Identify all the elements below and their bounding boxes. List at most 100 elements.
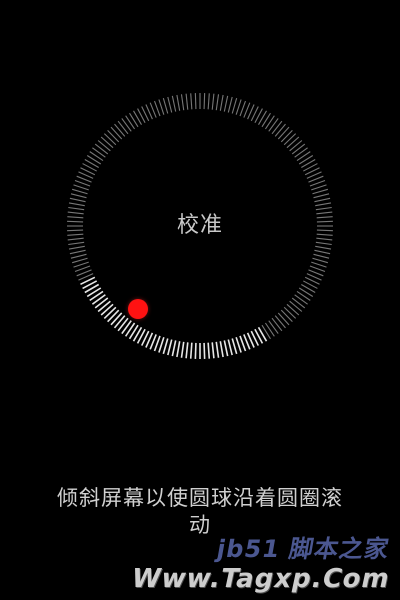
tick-mark	[70, 253, 87, 259]
tick-mark	[312, 257, 329, 264]
tick-mark	[268, 118, 279, 132]
tick-mark	[286, 136, 300, 149]
tick-mark	[315, 202, 332, 207]
tick-mark-completed	[203, 342, 206, 359]
tick-mark-completed	[167, 339, 173, 356]
tick-mark-completed	[107, 309, 120, 323]
tick-mark-completed	[103, 306, 117, 319]
tick-mark	[74, 265, 91, 273]
tick-mark	[280, 129, 293, 143]
tick-mark	[219, 94, 224, 111]
tick-mark	[158, 99, 165, 115]
tick-mark	[162, 97, 169, 114]
tick-mark	[271, 317, 283, 332]
tick-mark	[171, 95, 177, 112]
tick-mark-completed	[162, 338, 169, 355]
tick-mark	[280, 309, 293, 323]
tick-mark-completed	[158, 337, 165, 353]
tick-mark	[180, 94, 185, 111]
tick-mark-completed	[117, 317, 129, 332]
tick-mark-completed	[231, 338, 238, 355]
tick-mark	[289, 140, 303, 152]
tick-mark	[283, 133, 297, 146]
tick-mark	[153, 100, 161, 117]
tick-mark	[274, 315, 286, 329]
tick-mark-completed	[176, 341, 181, 358]
tick-mark-completed	[171, 340, 177, 357]
tick-mark	[121, 118, 132, 132]
tick-mark	[289, 300, 303, 312]
tick-mark	[211, 93, 215, 110]
tick-mark	[315, 241, 332, 246]
tick-mark	[129, 112, 139, 128]
tick-mark	[114, 123, 126, 137]
tick-mark	[314, 197, 331, 203]
tick-mark-completed	[189, 342, 193, 359]
tick-mark	[68, 245, 85, 250]
tick-mark	[239, 100, 247, 117]
tick-mark	[294, 294, 308, 305]
tick-mark	[86, 155, 102, 165]
tick-mark	[94, 143, 109, 155]
tick-mark	[235, 99, 242, 115]
tick-mark	[315, 245, 332, 250]
tick-mark	[190, 93, 193, 110]
tick-mark-completed	[97, 300, 111, 313]
tick-mark-completed	[180, 341, 185, 358]
tick-mark	[107, 129, 120, 143]
tick-mark	[68, 202, 85, 207]
tick-mark-completed	[113, 315, 126, 329]
tick-mark	[223, 95, 229, 112]
tick-mark	[68, 241, 85, 246]
watermark-url: Www.Tagxp.Com	[129, 564, 394, 594]
tick-mark	[227, 96, 233, 113]
tick-mark	[298, 287, 314, 297]
tick-mark	[73, 184, 89, 191]
tick-mark	[291, 297, 306, 309]
calibration-title: 校准	[176, 213, 223, 238]
tick-mark	[117, 120, 129, 135]
tick-mark-completed	[100, 303, 114, 316]
tick-mark	[312, 188, 329, 195]
tick-mark	[309, 179, 326, 187]
tick-mark	[69, 197, 86, 203]
tick-mark	[264, 115, 275, 130]
tick-mark-completed	[194, 342, 197, 359]
tick-mark	[264, 322, 275, 337]
tick-mark	[207, 93, 210, 110]
tick-mark-completed	[207, 342, 211, 359]
tick-mark	[215, 94, 220, 111]
tick-mark	[74, 179, 91, 187]
tick-mark	[261, 112, 271, 128]
rolling-ball	[128, 299, 148, 319]
tick-mark	[167, 96, 173, 113]
tick-mark-completed	[211, 342, 215, 359]
tick-mark	[298, 155, 314, 165]
tick-mark	[231, 97, 238, 114]
tick-mark	[313, 193, 330, 199]
tick-mark	[185, 93, 189, 110]
tick-mark	[70, 193, 87, 199]
tick-mark	[103, 133, 117, 146]
tick-mark-completed	[235, 337, 242, 353]
instruction-text: 倾斜屏幕以使圆球沿着圆圈滚动	[57, 486, 343, 537]
tick-mark	[110, 126, 123, 140]
tick-mark	[268, 320, 279, 334]
tick-mark	[271, 120, 283, 135]
tick-mark	[294, 147, 308, 158]
tick-mark-completed	[94, 297, 109, 309]
tick-mark	[203, 93, 206, 110]
tick-mark	[314, 249, 331, 255]
tick-mark	[277, 126, 290, 140]
tick-mark	[73, 261, 89, 268]
tick-mark	[311, 184, 327, 191]
tick-mark	[89, 151, 104, 162]
tick-mark	[92, 147, 106, 158]
tick-mark	[274, 123, 286, 137]
tick-mark	[315, 206, 332, 211]
tick-mark	[296, 151, 311, 162]
tick-mark-completed	[223, 340, 229, 357]
tick-mark	[100, 136, 114, 149]
tick-mark	[311, 261, 327, 268]
tick-mark	[176, 94, 181, 111]
